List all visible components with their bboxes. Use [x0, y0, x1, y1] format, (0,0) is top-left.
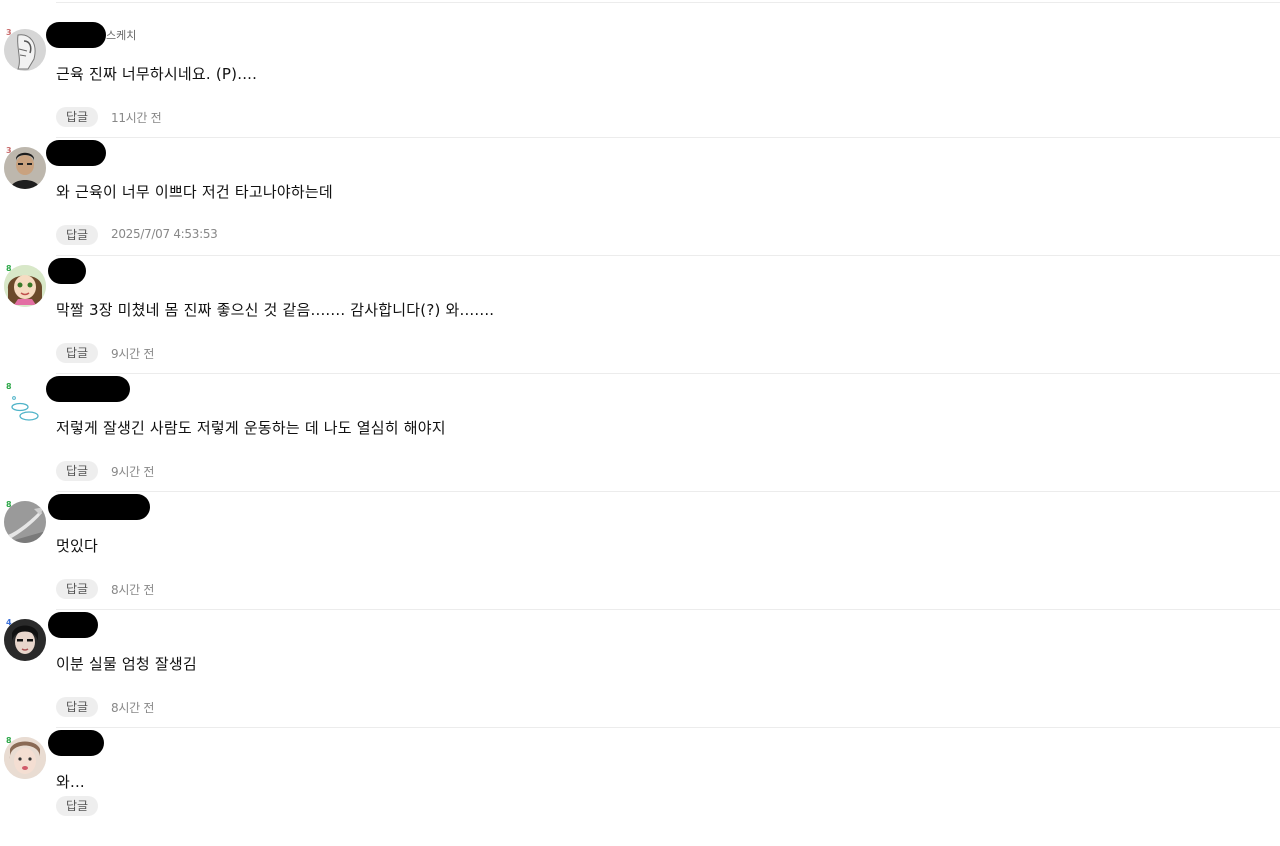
reply-button[interactable]: 답글: [56, 343, 98, 363]
comment-text: 근육 진짜 너무하시네요. (P)....: [56, 65, 258, 83]
level-badge: 8: [6, 500, 12, 509]
divider: [56, 2, 1280, 3]
comment-text: 와 근육이 너무 이쁘다 저건 타고나야하는데: [56, 183, 333, 201]
nickname-redacted[interactable]: [46, 376, 130, 402]
comment-item: 8 막짤 3장 미쳤네 몸 진짜 좋으신 것 같음....... 감사합니다(?…: [0, 256, 1280, 374]
avatar[interactable]: 8: [4, 737, 48, 781]
timestamp: 2025/7/07 4:53:53: [111, 227, 218, 241]
level-badge: 3: [6, 28, 12, 37]
level-badge: 8: [6, 382, 12, 391]
comment-text: 저렇게 잘생긴 사람도 저렇게 운동하는 데 나도 열심히 해야지: [56, 419, 446, 437]
comment-item: 4 이분 실물 엄청 잘생김 답글 8시간 전: [0, 610, 1280, 728]
timestamp: 11시간 전: [111, 111, 162, 125]
comment-text: 와...: [56, 773, 85, 791]
nickname-redacted[interactable]: [48, 258, 86, 284]
level-badge: 3: [6, 146, 12, 155]
nickname-redacted[interactable]: [46, 140, 106, 166]
avatar[interactable]: 8: [4, 501, 48, 545]
avatar[interactable]: 8: [4, 265, 48, 309]
timestamp: 9시간 전: [111, 465, 155, 479]
level-badge: 4: [6, 618, 12, 627]
nickname-redacted[interactable]: [48, 730, 104, 756]
level-badge: 8: [6, 264, 12, 273]
reply-button[interactable]: 답글: [56, 107, 98, 127]
comment-item: 3 스케치 근육 진짜 너무하시네요. (P).... 답글 11시간 전: [0, 20, 1280, 138]
nickname-suffix: 스케치: [106, 29, 137, 42]
avatar[interactable]: 8: [4, 383, 48, 427]
nickname-redacted[interactable]: [46, 22, 106, 48]
avatar[interactable]: 3: [4, 147, 48, 191]
comment-item: 8 저렇게 잘생긴 사람도 저렇게 운동하는 데 나도 열심히 해야지 답글 9…: [0, 374, 1280, 492]
reply-button[interactable]: 답글: [56, 697, 98, 717]
timestamp: 8시간 전: [111, 583, 155, 597]
comment-text: 막짤 3장 미쳤네 몸 진짜 좋으신 것 같음....... 감사합니다(?) …: [56, 301, 495, 319]
comment-item: 8 와... 답글: [0, 728, 1280, 846]
avatar[interactable]: 4: [4, 619, 48, 663]
timestamp: 9시간 전: [111, 347, 155, 361]
comment-text: 멋있다: [56, 537, 99, 555]
nickname-redacted[interactable]: [48, 612, 98, 638]
comment-item: 8 멋있다 답글 8시간 전: [0, 492, 1280, 610]
reply-button[interactable]: 답글: [56, 796, 98, 816]
avatar[interactable]: 3: [4, 29, 48, 73]
comment-text: 이분 실물 엄청 잘생김: [56, 655, 197, 673]
comment-item: 3 와 근육이 너무 이쁘다 저건 타고나야하는데 답글 2025/7/07 4…: [0, 138, 1280, 256]
reply-button[interactable]: 답글: [56, 579, 98, 599]
reply-button[interactable]: 답글: [56, 461, 98, 481]
reply-button[interactable]: 답글: [56, 225, 98, 245]
level-badge: 8: [6, 736, 12, 745]
timestamp: 8시간 전: [111, 701, 155, 715]
nickname-redacted[interactable]: [48, 494, 150, 520]
